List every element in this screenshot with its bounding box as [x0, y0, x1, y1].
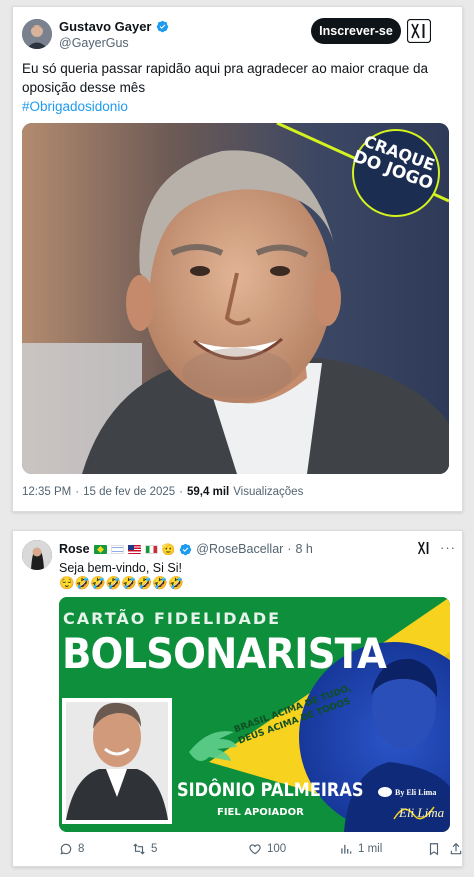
- share-button[interactable]: [449, 842, 463, 856]
- tweet-emojis: 😌🤣🤣🤣🤣🤣🤣🤣: [59, 576, 184, 590]
- reply-count: 8: [78, 843, 85, 855]
- tweet-photo[interactable]: CARTÃO FIDELIDADE BOLSONARISTA BRASIL AC…: [59, 597, 450, 832]
- card-title: BOLSONARISTA: [62, 629, 387, 678]
- like-count: 100: [267, 843, 287, 855]
- verified-icon: [156, 20, 168, 33]
- views-label: Visualizações: [233, 486, 304, 498]
- author-handle[interactable]: @RoseBacellar: [196, 542, 283, 556]
- author-handle[interactable]: @GayerGus: [59, 36, 129, 50]
- bookmark-icon: [429, 843, 439, 856]
- author-name[interactable]: Rose: [59, 542, 90, 556]
- avatar[interactable]: [22, 540, 52, 570]
- heart-icon: [249, 844, 261, 855]
- tweet-header: Rose 🫡 @RoseBacellar · 8 h: [59, 542, 313, 556]
- subscribe-button[interactable]: Inscrever-se: [311, 18, 401, 44]
- x-logo-icon[interactable]: [407, 19, 431, 43]
- avatar[interactable]: [22, 19, 52, 49]
- repost-button[interactable]: 5: [132, 842, 157, 856]
- views-count: 1 mil: [358, 843, 383, 855]
- card-signature: Eli Lima: [399, 805, 445, 820]
- italy-flag-icon: [144, 544, 158, 554]
- tweet-actions: 8 5 100 1 mil: [59, 842, 462, 862]
- tweet-text: Eu só queria passar rapidão aqui pra agr…: [22, 59, 442, 116]
- bookmark-button[interactable]: [427, 842, 441, 856]
- tweet-card-gustavo: Gustavo Gayer @GayerGus Inscrever-se Eu …: [12, 6, 463, 512]
- x-logo-icon[interactable]: [416, 540, 432, 556]
- brazil-flag-icon: [93, 544, 107, 554]
- eagle-logo-icon: [378, 787, 392, 797]
- hashtag-link[interactable]: #Obrigadosidonio: [22, 97, 442, 116]
- share-icon: [450, 842, 462, 855]
- separator: ·: [179, 486, 184, 498]
- reply-icon: [60, 843, 72, 855]
- separator: ·: [75, 486, 80, 498]
- like-button[interactable]: 100: [248, 842, 286, 856]
- tweet-text: Seja bem-vindo, Si Si!: [59, 561, 182, 575]
- views-chart-icon: [341, 844, 352, 854]
- credit-text: By Eli Lima: [395, 787, 437, 797]
- card-credit: By Eli Lima: [378, 787, 436, 797]
- reply-button[interactable]: 8: [59, 842, 84, 856]
- views-count: 59,4 mil: [187, 486, 230, 498]
- views-button[interactable]: 1 mil: [339, 842, 382, 856]
- tweet-date[interactable]: 15 de fev de 2025: [83, 486, 175, 498]
- tweet-age[interactable]: 8 h: [295, 542, 312, 556]
- repost-count: 5: [151, 843, 158, 855]
- tweet-card-rose: Rose 🫡 @RoseBacellar · 8 h ··· Seja bem-…: [12, 530, 463, 867]
- author-name[interactable]: Gustavo Gayer: [59, 19, 152, 34]
- more-options-icon[interactable]: ···: [440, 540, 456, 555]
- usa-flag-icon: [127, 544, 141, 554]
- israel-flag-icon: [110, 544, 124, 554]
- repost-icon: [133, 843, 145, 855]
- card-holder-name: SIDÔNIO PALMEIRAS: [177, 779, 364, 801]
- card-holder-role: FIEL APOIADOR: [217, 807, 304, 818]
- tweet-body: Eu só queria passar rapidão aqui pra agr…: [22, 61, 429, 95]
- tweet-time[interactable]: 12:35 PM: [22, 486, 71, 498]
- verified-icon: [180, 543, 192, 555]
- card-label-top: CARTÃO FIDELIDADE: [63, 609, 282, 628]
- face-emoji-icon: 🫡: [161, 543, 176, 556]
- tweet-photo[interactable]: CRAQUE DO JOGO: [22, 123, 449, 474]
- separator: ·: [287, 542, 292, 556]
- tweet-meta: 12:35 PM · 15 de fev de 2025 · 59,4 mil …: [22, 486, 303, 498]
